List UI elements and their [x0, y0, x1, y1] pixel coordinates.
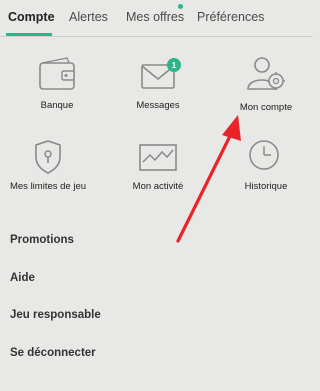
- shield-lock-icon: [35, 140, 61, 174]
- tile-label: Mon compte: [239, 102, 293, 113]
- clock-icon: [249, 140, 279, 170]
- tile-label: Mes limites de jeu: [9, 181, 87, 192]
- wallet-icon: [39, 57, 75, 90]
- tab-bar: Compte Alertes Mes offres Préférences: [0, 0, 313, 37]
- menu-item-promotions[interactable]: Promotions: [10, 234, 74, 246]
- tab-alertes[interactable]: Alertes: [69, 10, 108, 24]
- user-settings-icon: [247, 57, 285, 90]
- envelope-icon: [141, 64, 175, 89]
- tile-mon-activite[interactable]: Mon activité: [110, 138, 206, 196]
- tile-label: Historique: [244, 181, 288, 192]
- tile-label: Mon activité: [132, 181, 184, 192]
- menu-item-se-deconnecter[interactable]: Se déconnecter: [10, 347, 96, 359]
- tab-mes-offres[interactable]: Mes offres: [126, 10, 184, 24]
- messages-badge: 1: [167, 58, 181, 72]
- new-offers-dot: [178, 4, 183, 9]
- tab-preferences[interactable]: Préférences: [197, 10, 264, 24]
- tile-messages[interactable]: 1 Messages: [110, 55, 206, 117]
- tile-label: Banque: [40, 100, 74, 111]
- active-tab-indicator: [6, 33, 52, 36]
- tab-compte[interactable]: Compte: [8, 10, 55, 24]
- tile-banque[interactable]: Banque: [9, 55, 105, 117]
- tile-mes-limites-de-jeu[interactable]: Mes limites de jeu: [0, 138, 96, 196]
- tile-label: Messages: [136, 100, 180, 111]
- menu-item-aide[interactable]: Aide: [10, 272, 35, 284]
- activity-chart-icon: [139, 144, 177, 171]
- tile-historique[interactable]: Historique: [218, 138, 314, 196]
- tile-mon-compte[interactable]: Mon compte: [218, 55, 314, 117]
- menu-item-jeu-responsable[interactable]: Jeu responsable: [10, 309, 101, 321]
